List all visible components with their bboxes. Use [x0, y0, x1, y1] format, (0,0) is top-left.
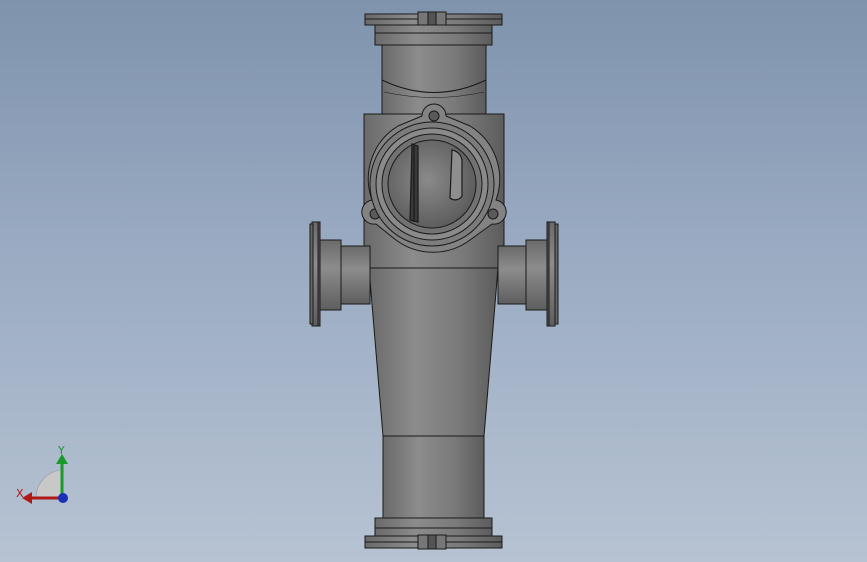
triad-plane-icon	[35, 469, 63, 499]
graphics-viewport[interactable]: Y X	[0, 0, 867, 562]
pipe-fitting-model[interactable]	[0, 0, 867, 562]
left-port	[309, 221, 371, 327]
top-flange	[364, 11, 503, 46]
bottom-flange	[364, 517, 503, 550]
right-port	[497, 221, 559, 327]
y-axis-label: Y	[57, 444, 65, 457]
lower-neck	[382, 435, 485, 519]
cone-section	[368, 267, 499, 437]
coordinate-triad: Y X	[16, 444, 68, 504]
z-axis-icon	[58, 493, 68, 503]
x-axis-label: X	[16, 487, 24, 500]
